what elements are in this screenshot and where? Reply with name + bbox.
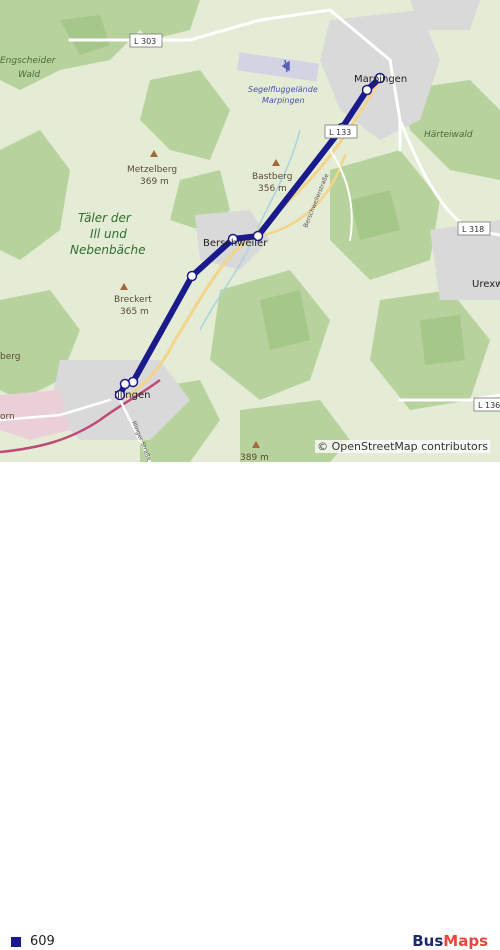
label-bastberg: Bastberg — [252, 172, 292, 182]
label-breckert: Breckert — [114, 295, 152, 305]
label-taeler-2: Ill und — [90, 227, 127, 241]
bus-stop-marker[interactable] — [361, 84, 373, 96]
map-footer: 609 BusMaps — [0, 462, 500, 950]
map-attribution[interactable]: © OpenStreetMap contributors — [315, 440, 490, 453]
label-berg: berg — [0, 352, 21, 362]
label-bastberg-elev: 356 m — [258, 184, 287, 194]
map-canvas[interactable]: Engscheider Wald Metzelberg 369 m Täler … — [0, 0, 500, 462]
road-shield-l303: L 303 — [129, 33, 163, 48]
road-shield-l133: L 133 — [324, 124, 358, 139]
label-breckert-elev: 365 m — [120, 307, 149, 317]
label-engscheider: Engscheider — [0, 56, 57, 66]
label-segelflug-2: Marpingen — [262, 96, 305, 105]
map-layer: Engscheider Wald Metzelberg 369 m Täler … — [0, 0, 500, 462]
label-illingen: Illingen — [114, 390, 150, 401]
svg-text:L 303: L 303 — [134, 37, 156, 46]
svg-text:L 136: L 136 — [478, 401, 500, 410]
svg-text:L 133: L 133 — [329, 128, 351, 137]
label-berschweiler: Berschweiler — [203, 238, 268, 249]
label-wald: Wald — [18, 70, 40, 80]
road-shield-l318: L 318 — [457, 221, 491, 236]
legend-route-label: 609 — [30, 934, 55, 949]
label-segelflug-1: Segelfluggelände — [248, 85, 318, 94]
bus-stop-marker[interactable] — [186, 270, 198, 282]
brand-logo-maps: Maps — [443, 932, 488, 950]
label-urexw: Urexw — [472, 279, 500, 290]
label-marpingen: Marpingen — [354, 74, 407, 85]
label-metzelberg-elev: 369 m — [140, 177, 169, 187]
label-taeler-3: Nebenbäche — [70, 243, 146, 257]
road-shield-l136: L 136 — [473, 397, 500, 412]
label-orn: orn — [0, 412, 15, 422]
label-metzelberg: Metzelberg — [127, 165, 177, 175]
label-harteiwald: Härteiwald — [424, 130, 473, 140]
svg-text:L 318: L 318 — [462, 225, 484, 234]
brand-logo[interactable]: BusMaps — [412, 932, 488, 950]
label-elev-389: 389 m — [240, 453, 269, 462]
brand-logo-bus: Bus — [412, 932, 444, 950]
bus-stop-marker[interactable] — [119, 378, 131, 390]
legend-swatch — [11, 937, 21, 947]
label-taeler-1: Täler der — [78, 211, 132, 225]
